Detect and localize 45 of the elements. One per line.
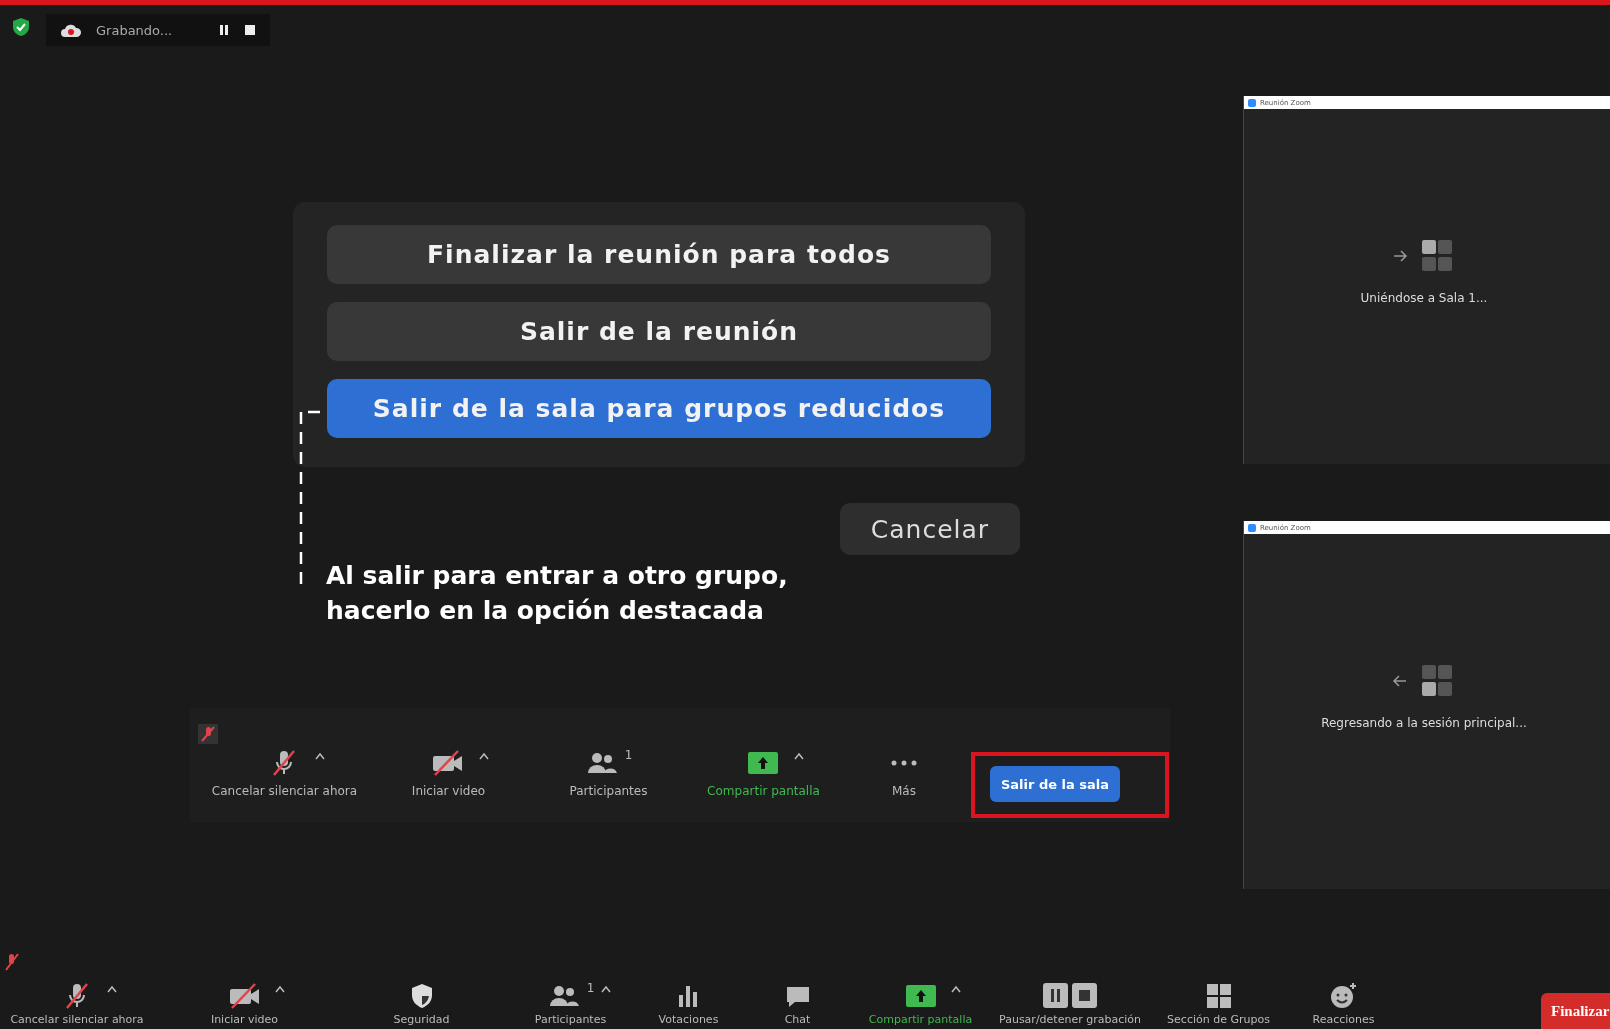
smiley-plus-icon bbox=[1328, 981, 1359, 1011]
caret-icon[interactable] bbox=[950, 985, 961, 993]
toolbar-button[interactable]: Cancelar silenciar ahora bbox=[211, 748, 358, 798]
toolbar-button[interactable]: Cancelar silenciar ahora bbox=[10, 981, 144, 1026]
caret-icon[interactable] bbox=[793, 752, 804, 760]
leave-option-button[interactable]: Finalizar la reunión para todos bbox=[327, 225, 991, 284]
app-icon bbox=[1248, 523, 1256, 532]
toolbar-button[interactable]: Compartir pantalla bbox=[868, 981, 973, 1026]
status-message: Regresando a la sesión principal... bbox=[1321, 715, 1527, 730]
cancel-button[interactable]: Cancelar bbox=[840, 503, 1020, 555]
annotation-text: Al salir para entrar a otro grupo, hacerlo en la opción destacada bbox=[326, 560, 788, 627]
toolbar-button[interactable]: Sección de Grupos bbox=[1167, 981, 1270, 1026]
muted-microphone-icon bbox=[4, 952, 20, 972]
caret-icon[interactable] bbox=[478, 752, 489, 760]
pause-icon[interactable] bbox=[218, 24, 230, 36]
toolbar-button[interactable]: Más bbox=[889, 748, 919, 798]
app-icon bbox=[1248, 98, 1256, 107]
caret-icon[interactable] bbox=[107, 985, 117, 993]
toolbar-button[interactable]: Compartir pantalla bbox=[707, 748, 820, 798]
toolbar-button[interactable]: 1 Participantes bbox=[534, 981, 607, 1026]
toolbar-button[interactable]: Pausar/detener grabación bbox=[999, 981, 1141, 1026]
toolbar-button[interactable]: Votaciones bbox=[658, 981, 719, 1026]
more-dots-icon bbox=[889, 760, 919, 766]
participant-count: 1 bbox=[586, 981, 595, 995]
participant-count: 1 bbox=[624, 748, 633, 762]
toolbar-button[interactable]: Chat bbox=[782, 981, 813, 1026]
caret-icon[interactable] bbox=[314, 752, 325, 760]
leave-option-button[interactable]: Salir de la sala para grupos reducidos bbox=[327, 379, 991, 438]
shield-check-icon bbox=[12, 17, 30, 37]
muted-microphone-icon bbox=[198, 724, 218, 744]
stop-icon[interactable] bbox=[244, 24, 256, 36]
end-meeting-button[interactable]: Finalizar bbox=[1541, 993, 1610, 1029]
recording-status: Grabando... bbox=[96, 22, 174, 38]
status-message: Uniéndose a Sala 1... bbox=[1360, 290, 1488, 305]
leave-option-button[interactable]: Salir de la reunión bbox=[327, 302, 991, 361]
toolbar-button[interactable]: Seguridad bbox=[393, 981, 450, 1026]
pause-stop-icon bbox=[1041, 981, 1099, 1011]
toolbar-button[interactable]: Iniciar video bbox=[210, 981, 279, 1026]
toolbar-button[interactable]: Iniciar video bbox=[411, 748, 486, 798]
toolbar-button[interactable]: Reacciones bbox=[1312, 981, 1375, 1026]
caret-icon[interactable] bbox=[274, 985, 285, 993]
toolbar-button[interactable]: 1 Participantes bbox=[569, 748, 648, 798]
cloud-record-icon bbox=[60, 22, 82, 38]
leave-room-button[interactable]: Salir de la sala bbox=[990, 766, 1120, 802]
caret-icon[interactable] bbox=[600, 985, 611, 993]
